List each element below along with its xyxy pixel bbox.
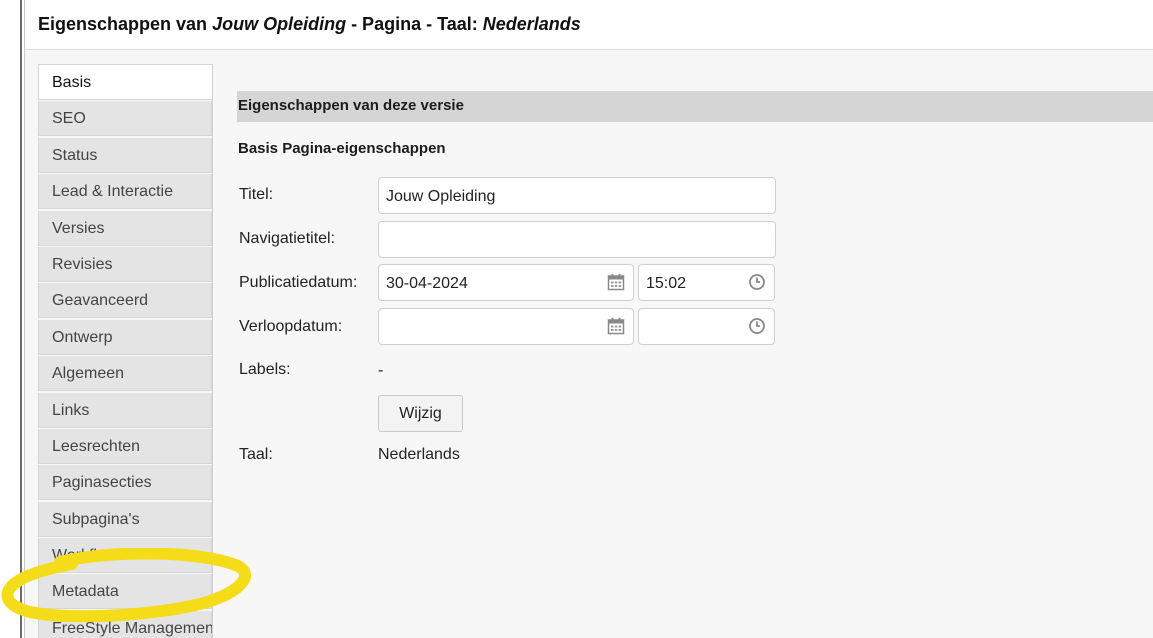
title-page-name: Jouw Opleiding <box>212 14 347 34</box>
subsection-heading: Basis Pagina-eigenschappen <box>238 140 446 157</box>
tab-leesrechten[interactable]: Leesrechten <box>38 428 212 464</box>
dialog-title: Eigenschappen van Jouw Opleiding - Pagin… <box>38 14 581 35</box>
labels-label: Labels: <box>239 361 291 378</box>
tab-subpaginas[interactable]: Subpagina's <box>38 501 212 537</box>
window-edge <box>20 0 22 638</box>
labels-value: - <box>378 362 384 379</box>
tab-versies[interactable]: Versies <box>38 210 212 246</box>
expiry-time-input[interactable] <box>638 308 775 345</box>
change-labels-button[interactable]: Wijzig <box>378 395 463 432</box>
section-header: Eigenschappen van deze versie <box>237 91 1153 122</box>
publication-date-value: 30-04-2024 <box>386 275 468 292</box>
publication-time-input[interactable]: 15:02 <box>638 264 775 301</box>
tab-revisies[interactable]: Revisies <box>38 246 212 282</box>
tab-lead-interactie[interactable]: Lead & Interactie <box>38 174 212 210</box>
tab-paginasecties[interactable]: Paginasecties <box>38 465 212 501</box>
clock-icon[interactable] <box>748 273 766 291</box>
title-input[interactable]: Jouw Opleiding <box>378 177 776 214</box>
title-middle: - Pagina - Taal: <box>346 14 483 34</box>
calendar-icon[interactable] <box>607 273 625 291</box>
properties-dialog: Eigenschappen van Jouw Opleiding - Pagin… <box>24 0 1153 638</box>
language-label: Taal: <box>239 446 273 463</box>
nav-title-label: Navigatietitel: <box>239 230 336 247</box>
tab-algemeen[interactable]: Algemeen <box>38 356 212 392</box>
tab-ontwerp[interactable]: Ontwerp <box>38 319 212 355</box>
expiry-date-input[interactable] <box>378 308 634 345</box>
dialog-title-bar: Eigenschappen van Jouw Opleiding - Pagin… <box>25 0 1153 50</box>
title-input-value: Jouw Opleiding <box>386 188 496 205</box>
nav-title-input[interactable] <box>378 221 776 258</box>
clock-icon[interactable] <box>748 317 766 335</box>
title-label: Titel: <box>239 186 274 203</box>
tab-status[interactable]: Status <box>38 137 212 173</box>
publication-time-value: 15:02 <box>646 275 687 292</box>
tab-workflow[interactable]: Workflow <box>38 538 212 574</box>
language-value: Nederlands <box>378 446 460 463</box>
tab-links[interactable]: Links <box>38 392 212 428</box>
calendar-icon[interactable] <box>607 317 625 335</box>
tab-geavanceerd[interactable]: Geavanceerd <box>38 283 212 319</box>
publication-date-input[interactable]: 30-04-2024 <box>378 264 634 301</box>
title-language: Nederlands <box>482 14 581 34</box>
tab-seo[interactable]: SEO <box>38 101 212 137</box>
properties-sidebar: Basis SEO Status Lead & Interactie Versi… <box>38 64 213 638</box>
tab-freestyle-management[interactable]: FreeStyle Managemen <box>38 610 213 638</box>
publication-date-label: Publicatiedatum: <box>239 274 358 291</box>
tab-metadata[interactable]: Metadata <box>38 574 212 610</box>
tab-basis[interactable]: Basis <box>38 64 212 100</box>
expiry-date-label: Verloopdatum: <box>239 318 343 335</box>
title-prefix: Eigenschappen van <box>38 14 213 34</box>
content-divider <box>212 64 213 638</box>
background-window-strip <box>0 0 22 638</box>
